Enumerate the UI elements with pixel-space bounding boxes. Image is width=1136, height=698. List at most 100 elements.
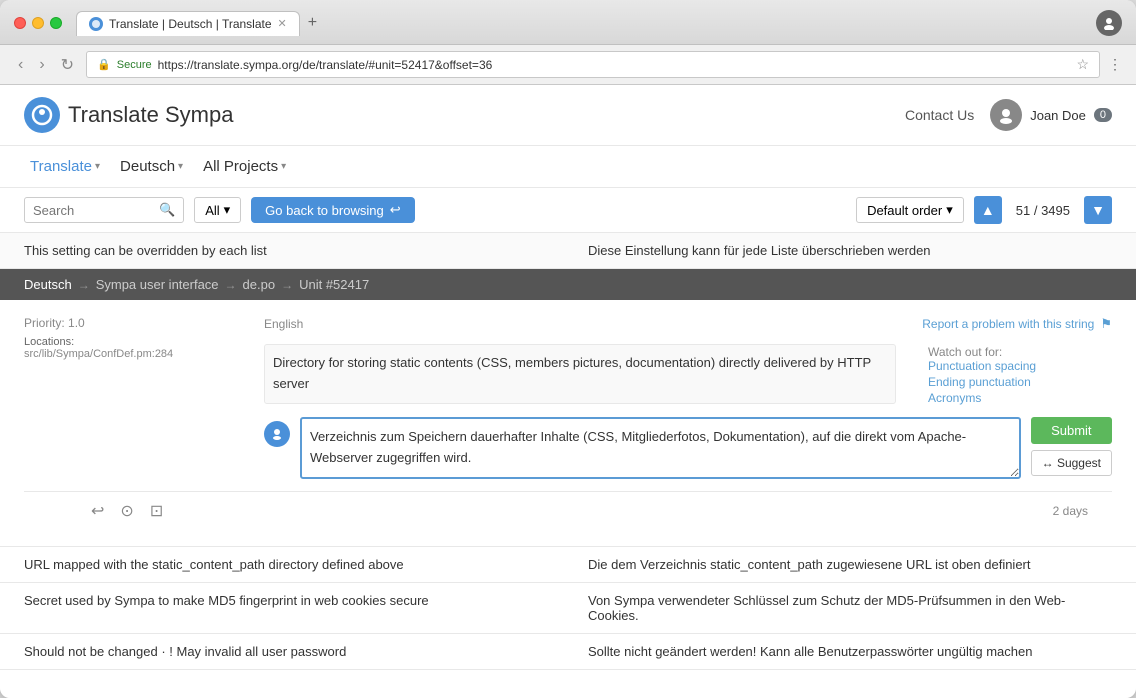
bookmark-icon[interactable]: ☆ [1076,56,1089,73]
nav-bar: Translate ▾ Deutsch ▾ All Projects ▾ [0,146,1136,188]
browser-menu-icon[interactable]: ⋮ [1108,56,1122,73]
breadcrumb-arrow-1: → [78,278,90,292]
close-button[interactable] [14,17,26,29]
source-text: Directory for storing static contents (C… [264,344,896,404]
new-tab-button[interactable]: + [300,12,325,34]
logo-icon [24,97,60,133]
copy-button[interactable]: ⊙ [117,498,136,524]
nav-translate[interactable]: Translate ▾ [24,154,106,179]
prev-unit-button[interactable]: ▲ [974,196,1002,224]
order-select[interactable]: Default order ▾ [856,197,964,223]
source-section: Directory for storing static contents (C… [264,344,896,407]
translation-unit: Priority: 1.0 Locations: src/lib/Sympa/C… [0,300,1136,547]
time-ago: 2 days [1053,504,1088,518]
tab-favicon [89,17,103,31]
breadcrumb-unit: Unit #52417 [299,277,369,292]
traffic-lights [14,17,62,29]
forward-button[interactable]: › [35,54,48,76]
lock-icon: 🔒 [97,58,111,71]
other-units: URL mapped with the static_content_path … [0,547,1136,670]
watch-label: Watch out for: [928,345,1002,359]
site-logo: Translate Sympa [24,97,233,133]
breadcrumb-file[interactable]: de.po [243,277,276,292]
nav-all-projects[interactable]: All Projects ▾ [197,154,292,179]
user-avatar [990,99,1022,131]
search-icon: 🔍 [159,202,175,218]
minimize-button[interactable] [32,17,44,29]
search-input[interactable] [33,203,153,218]
address-bar: ‹ › ↻ 🔒 Secure https://translate.sympa.o… [0,45,1136,85]
table-row: URL mapped with the static_content_path … [0,547,1136,583]
user-area: Joan Doe 0 [990,99,1112,131]
breadcrumb-lang[interactable]: Deutsch [24,277,72,292]
next-unit-button[interactable]: ▼ [1084,196,1112,224]
logo-text: Translate Sympa [68,102,233,128]
location-label: Locations: [24,336,224,348]
contact-us-link[interactable]: Contact Us [905,107,974,123]
context-source: This setting can be overridden by each l… [24,243,548,258]
nav-deutsch[interactable]: Deutsch ▾ [114,154,189,179]
breadcrumb-bar: Deutsch → Sympa user interface → de.po →… [0,269,1136,300]
filter-button[interactable]: All ▾ [194,197,241,223]
watch-item-ending-punctuation[interactable]: Ending punctuation [928,375,1112,389]
submit-button[interactable]: Submit [1031,417,1112,444]
unit-counter: 51 / 3495 [1012,203,1074,218]
context-target: Diese Einstellung kann für jede Liste üb… [588,243,1112,258]
active-tab[interactable]: Translate | Deutsch | Translate ✕ [76,11,300,36]
other-unit-target-0: Die dem Verzeichnis static_content_path … [588,557,1112,572]
url-text: https://translate.sympa.org/de/translate… [158,58,493,72]
filter-dropdown-arrow: ▾ [224,202,231,218]
priority-label: Priority: 1.0 [24,316,224,330]
breadcrumb-arrow-2: → [225,278,237,292]
tab-close-button[interactable]: ✕ [278,17,287,30]
search-box: 🔍 [24,197,184,223]
meta-left: Priority: 1.0 Locations: src/lib/Sympa/C… [24,316,224,479]
profile-corner-icon[interactable] [1096,10,1122,36]
target-input[interactable]: Verzeichnis zum Speichern dauerhafter In… [300,417,1021,479]
translation-context: This setting can be overridden by each l… [0,233,1136,269]
page-content: Translate Sympa Contact Us Joan Doe 0 Tr… [0,85,1136,698]
watch-out-section: Watch out for: Punctuation spacing Endin… [912,344,1112,407]
suggest-button[interactable]: ↔ Suggest [1031,450,1112,476]
undo-button[interactable]: ↩ [88,498,107,524]
browser-window: Translate | Deutsch | Translate ✕ + ‹ › … [0,0,1136,698]
order-dropdown-arrow: ▾ [946,202,953,218]
title-bar: Translate | Deutsch | Translate ✕ + [0,0,1136,45]
go-back-button[interactable]: Go back to browsing ↩ [251,197,414,223]
tab-title: Translate | Deutsch | Translate [109,17,272,31]
table-row: Secret used by Sympa to make MD5 fingerp… [0,583,1136,634]
tab-bar: Translate | Deutsch | Translate ✕ + [76,11,1088,36]
site-header: Translate Sympa Contact Us Joan Doe 0 [0,85,1136,146]
other-unit-source-2: Should not be changed · ! May invalid al… [24,644,548,659]
secure-badge: Secure [117,59,152,71]
watch-item-punctuation-spacing[interactable]: Punctuation spacing [928,359,1112,373]
notification-badge[interactable]: 0 [1094,108,1112,122]
unit-meta: Priority: 1.0 Locations: src/lib/Sympa/C… [24,316,1112,479]
watch-item-acronyms[interactable]: Acronyms [928,391,1112,405]
translation-toolbar: ↩ ⊙ ⊡ 2 days [24,491,1112,530]
breadcrumb-arrow-3: → [281,278,293,292]
maximize-button[interactable] [50,17,62,29]
report-link[interactable]: Report a problem with this string ⚑ [922,316,1112,332]
breadcrumb-project[interactable]: Sympa user interface [96,277,219,292]
other-unit-target-2: Sollte nicht geändert werden! Kann alle … [588,644,1112,659]
target-avatar [264,421,290,447]
refresh-button[interactable]: ↻ [57,53,78,77]
other-unit-source-1: Secret used by Sympa to make MD5 fingerp… [24,593,548,623]
action-buttons: Submit ↔ Suggest [1031,417,1112,476]
history-button[interactable]: ⊡ [147,498,166,524]
toolbar-right: Default order ▾ ▲ 51 / 3495 ▼ [856,196,1112,224]
translate-dropdown-arrow: ▾ [95,161,100,172]
back-button[interactable]: ‹ [14,54,27,76]
other-unit-source-0: URL mapped with the static_content_path … [24,557,548,572]
toolbar: 🔍 All ▾ Go back to browsing ↩ Default or… [0,188,1136,233]
url-bar[interactable]: 🔒 Secure https://translate.sympa.org/de/… [86,51,1100,78]
deutsch-dropdown-arrow: ▾ [178,161,183,172]
go-back-icon: ↩ [390,202,401,218]
other-unit-target-1: Von Sympa verwendeter Schlüssel zum Schu… [588,593,1112,623]
lang-label: English [264,317,303,331]
table-row: Should not be changed · ! May invalid al… [0,634,1136,670]
all-projects-dropdown-arrow: ▾ [281,161,286,172]
unit-main-content: English Report a problem with this strin… [264,316,1112,479]
user-name: Joan Doe [1030,108,1086,123]
